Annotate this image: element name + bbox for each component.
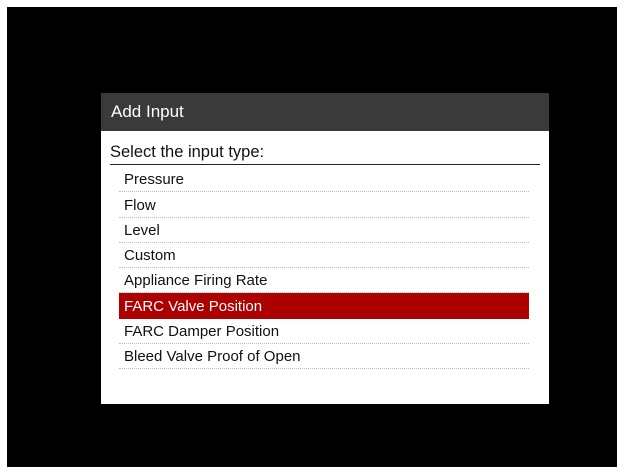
dialog-titlebar: Add Input (101, 93, 549, 131)
option-flow[interactable]: Flow (119, 192, 529, 218)
option-farc-damper-position[interactable]: FARC Damper Position (119, 319, 529, 345)
option-bleed-valve-proof-of-open[interactable]: Bleed Valve Proof of Open (119, 344, 529, 370)
option-farc-valve-position[interactable]: FARC Valve Position (119, 293, 529, 319)
option-custom[interactable]: Custom (119, 243, 529, 269)
input-type-prompt: Select the input type: (110, 143, 540, 165)
option-appliance-firing-rate[interactable]: Appliance Firing Rate (119, 268, 529, 294)
device-screen: Add Input Select the input type: Pressur… (7, 7, 617, 467)
dialog-title: Add Input (111, 102, 184, 121)
option-level[interactable]: Level (119, 218, 529, 243)
add-input-dialog: Add Input Select the input type: Pressur… (101, 93, 549, 404)
option-pressure[interactable]: Pressure (119, 167, 529, 193)
input-type-list: Pressure Flow Level Custom Appliance Fir… (101, 167, 549, 370)
